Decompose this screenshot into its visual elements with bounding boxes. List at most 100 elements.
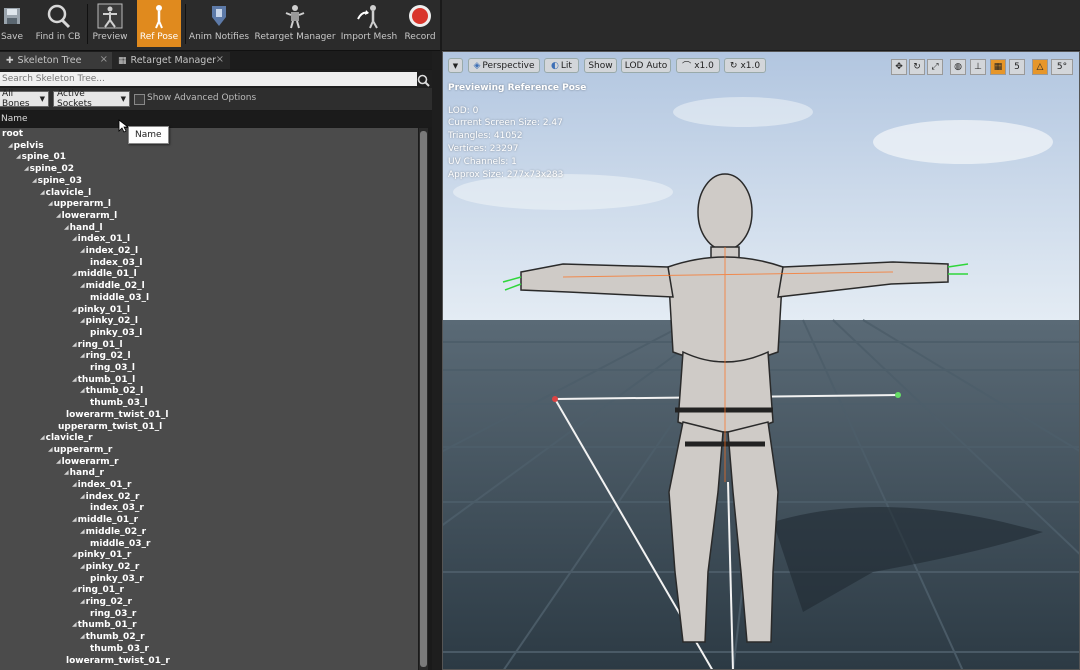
expand-arrow-icon[interactable]: ◢ <box>72 516 77 523</box>
tree-row-bone[interactable]: ◢index_02_l <box>80 246 138 257</box>
tree-row-bone[interactable]: ◢thumb_02_r <box>80 632 145 643</box>
expand-arrow-icon[interactable]: ◢ <box>32 177 37 184</box>
expand-arrow-icon[interactable]: ◢ <box>80 247 85 254</box>
translate-tool-icon[interactable]: ✥ <box>891 59 907 75</box>
expand-arrow-icon[interactable]: ◢ <box>64 224 69 231</box>
search-input[interactable] <box>0 72 417 86</box>
expand-arrow-icon[interactable]: ◢ <box>80 528 85 535</box>
lod-button[interactable]: LOD Auto <box>621 58 671 73</box>
tree-row-bone[interactable]: ◢pelvis <box>8 141 44 152</box>
expand-arrow-icon[interactable]: ◢ <box>80 598 85 605</box>
expand-arrow-icon[interactable]: ◢ <box>72 306 77 313</box>
tree-row-bone[interactable]: ◢pinky_01_r <box>72 550 131 561</box>
close-icon[interactable]: × <box>216 54 224 65</box>
scale-tool-icon[interactable]: ⤢ <box>927 59 943 75</box>
expand-arrow-icon[interactable]: ◢ <box>80 563 85 570</box>
tree-row-bone[interactable]: ◢thumb_01_l <box>72 375 135 386</box>
bones-filter-dropdown[interactable]: All Bones ▼ <box>0 89 49 109</box>
tree-row-bone[interactable]: middle_03_r <box>90 539 151 550</box>
tab-skeleton-tree[interactable]: ✚ Skeleton Tree × <box>0 52 114 69</box>
grid-snap-value[interactable]: 5 <box>1009 59 1025 75</box>
tree-row-bone[interactable]: ◢index_01_l <box>72 234 130 245</box>
retarget-manager-button[interactable]: Retarget Manager <box>254 0 336 47</box>
sockets-filter-dropdown[interactable]: Active Sockets ▼ <box>53 89 130 109</box>
angle-snap-value[interactable]: 5° <box>1051 59 1073 75</box>
anim-notifies-button[interactable]: Anim Notifies <box>189 0 249 47</box>
tree-row-bone[interactable]: ◢index_01_r <box>72 480 131 491</box>
expand-arrow-icon[interactable]: ◢ <box>72 586 77 593</box>
tree-row-bone[interactable]: index_03_l <box>90 258 142 269</box>
tree-row-bone[interactable]: ◢spine_01 <box>16 152 66 163</box>
expand-arrow-icon[interactable]: ◢ <box>80 352 85 359</box>
rotate-tool-icon[interactable]: ↻ <box>909 59 925 75</box>
expand-arrow-icon[interactable]: ◢ <box>40 434 45 441</box>
tree-row-bone[interactable]: ◢clavicle_l <box>40 188 91 199</box>
expand-arrow-icon[interactable]: ◢ <box>48 446 53 453</box>
lit-button[interactable]: ◐ Lit <box>544 58 579 73</box>
tree-row-bone[interactable]: thumb_03_l <box>90 398 148 409</box>
tree-row-bone[interactable]: pinky_03_r <box>90 574 144 585</box>
tree-row-bone[interactable]: ◢middle_01_r <box>72 515 138 526</box>
world-local-icon[interactable]: ◍ <box>950 59 966 75</box>
tree-row-bone[interactable]: ◢pinky_01_l <box>72 305 130 316</box>
playback-speed-button[interactable]: ⌒ x1.0 <box>676 58 720 73</box>
angle-snap-icon[interactable]: △ <box>1032 59 1048 75</box>
record-button[interactable]: Record <box>402 0 438 47</box>
tree-scrollbar[interactable] <box>419 128 428 670</box>
tree-row-bone[interactable]: ◢hand_l <box>64 223 103 234</box>
expand-arrow-icon[interactable]: ◢ <box>72 621 77 628</box>
tree-row-bone[interactable]: ◢spine_03 <box>32 176 82 187</box>
show-advanced-checkbox[interactable] <box>134 94 145 105</box>
perspective-button[interactable]: ◈ Perspective <box>468 58 540 73</box>
show-button[interactable]: Show <box>584 58 617 73</box>
tree-row-bone[interactable]: ◢middle_02_l <box>80 281 145 292</box>
expand-arrow-icon[interactable]: ◢ <box>72 341 77 348</box>
tree-row-bone[interactable]: ◢index_02_r <box>80 492 139 503</box>
tree-row-bone[interactable]: ring_03_r <box>90 609 136 620</box>
tree-row-bone[interactable]: ◢lowerarm_r <box>56 457 119 468</box>
tree-row-bone[interactable]: ◢spine_02 <box>24 164 74 175</box>
expand-arrow-icon[interactable]: ◢ <box>48 200 53 207</box>
preview-button[interactable]: Preview <box>90 0 130 47</box>
tree-row-bone[interactable]: upperarm_twist_01_l <box>58 422 162 433</box>
tree-row-bone[interactable]: ◢hand_r <box>64 468 104 479</box>
close-icon[interactable]: × <box>100 54 108 65</box>
expand-arrow-icon[interactable]: ◢ <box>72 270 77 277</box>
expand-arrow-icon[interactable]: ◢ <box>72 481 77 488</box>
tree-row-bone[interactable]: thumb_03_r <box>90 644 149 655</box>
expand-arrow-icon[interactable]: ◢ <box>56 212 61 219</box>
tree-row-bone[interactable]: ◢ring_01_r <box>72 585 124 596</box>
expand-arrow-icon[interactable]: ◢ <box>24 165 29 172</box>
find-in-cb-button[interactable]: Find in CB <box>34 0 82 47</box>
tree-row-bone[interactable]: lowerarm_twist_01_l <box>66 410 169 421</box>
expand-arrow-icon[interactable]: ◢ <box>72 551 77 558</box>
import-mesh-button[interactable]: Import Mesh <box>340 0 398 47</box>
grid-snap-icon[interactable]: ▦ <box>990 59 1006 75</box>
tree-row-bone[interactable]: ◢thumb_01_r <box>72 620 137 631</box>
tree-row-bone[interactable]: index_03_r <box>90 503 144 514</box>
tree-row-bone[interactable]: ◢clavicle_r <box>40 433 93 444</box>
panel-splitter[interactable] <box>432 51 442 670</box>
tree-row-bone[interactable]: ◢lowerarm_l <box>56 211 117 222</box>
expand-arrow-icon[interactable]: ◢ <box>56 458 61 465</box>
expand-arrow-icon[interactable]: ◢ <box>80 317 85 324</box>
tree-row-bone[interactable]: pinky_03_l <box>90 328 142 339</box>
tree-row-bone[interactable]: middle_03_l <box>90 293 149 304</box>
expand-arrow-icon[interactable]: ◢ <box>8 142 13 149</box>
expand-arrow-icon[interactable]: ◢ <box>72 376 77 383</box>
expand-arrow-icon[interactable]: ◢ <box>40 189 45 196</box>
column-header-name[interactable]: Name <box>0 111 432 127</box>
tree-row-bone[interactable]: ◢thumb_02_l <box>80 386 143 397</box>
tree-row-bone[interactable]: ◢ring_01_l <box>72 340 123 351</box>
scrollbar-thumb[interactable] <box>420 131 427 667</box>
tree-row-bone[interactable]: ◢upperarm_r <box>48 445 112 456</box>
tree-row-bone[interactable]: root <box>2 129 23 140</box>
tree-row-bone[interactable]: ◢middle_02_r <box>80 527 146 538</box>
tree-row-bone[interactable]: ◢ring_02_r <box>80 597 132 608</box>
tree-row-bone[interactable]: ◢pinky_02_l <box>80 316 138 327</box>
expand-arrow-icon[interactable]: ◢ <box>72 235 77 242</box>
tree-row-bone[interactable]: lowerarm_twist_01_r <box>66 656 170 667</box>
tree-row-bone[interactable]: ◢ring_02_l <box>80 351 131 362</box>
tree-row-bone[interactable]: ring_03_l <box>90 363 135 374</box>
tab-retarget-manager[interactable]: ▦ Retarget Manager × <box>112 52 230 69</box>
